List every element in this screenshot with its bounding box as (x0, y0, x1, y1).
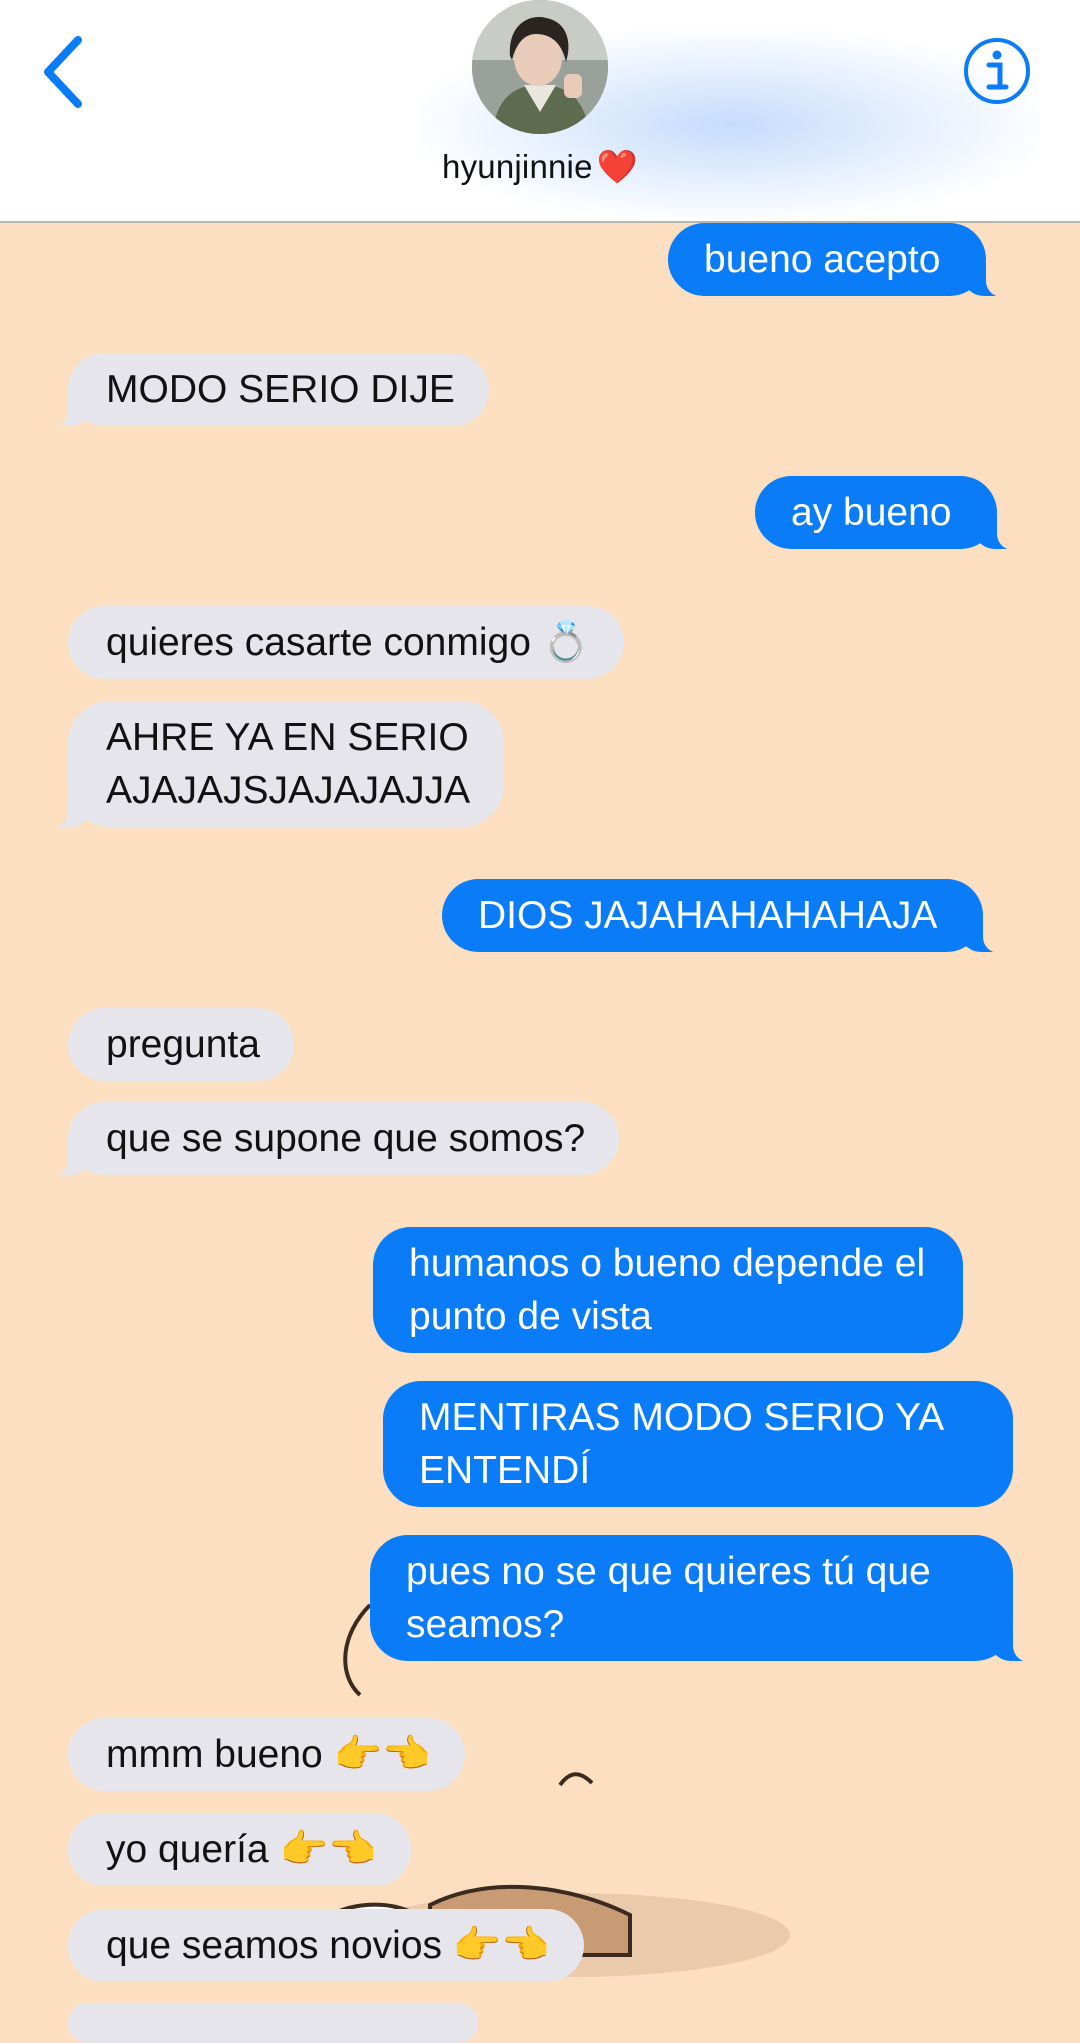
message-text: pregunta (106, 1023, 260, 1066)
message-text: bueno acepto (704, 238, 941, 281)
message-text: que seamos novios 👉👈 (106, 1924, 550, 1967)
contact-avatar[interactable] (472, 0, 608, 134)
back-button[interactable] (36, 32, 96, 112)
message-text-line-2: punto de vista (409, 1295, 652, 1338)
message-thread[interactable]: bueno acepto MODO SERIO DIJE ay bueno qu… (0, 223, 1080, 2043)
message-in-8[interactable]: que seamos novios 👉👈 (68, 1909, 584, 1982)
message-out-3[interactable]: DIOS JAJAHAHAHAHAJA (442, 879, 1012, 953)
message-text: mmm bueno 👉👈 (106, 1733, 431, 1776)
message-text-line-1: AHRE YA EN SERIO (106, 716, 469, 759)
message-text: DIOS JAJAHAHAHAHAJA (478, 894, 938, 937)
message-text: MODO SERIO DIJE (106, 368, 455, 411)
message-in-6[interactable]: mmm bueno 👉👈 (68, 1718, 465, 1791)
message-text: quieres casarte conmigo 💍 (106, 621, 591, 664)
message-text: ay bueno (791, 491, 952, 534)
message-out-1[interactable]: bueno acepto (668, 223, 1015, 297)
message-out-2[interactable]: ay bueno (755, 476, 1027, 550)
info-circle-icon (964, 38, 1030, 104)
contact-name[interactable]: hyunjinnie ❤️ (0, 148, 1080, 187)
message-text-line-1: pues no se que quieres tú que (406, 1550, 931, 1593)
message-text-line-2: seamos? (406, 1603, 565, 1646)
message-text-line-2: ENTENDÍ (419, 1449, 591, 1492)
message-text: que se supone que somos? (106, 1117, 586, 1160)
heart-emoji: ❤️ (596, 148, 638, 185)
message-out-4[interactable]: humanos o bueno depende el punto de vist… (373, 1227, 964, 1353)
message-text-line-2: AJAJAJSJAJAJAJJA (106, 769, 471, 812)
message-in-4[interactable]: pregunta (68, 1008, 294, 1081)
message-out-6[interactable]: pues no se que quieres tú que seamos? (370, 1535, 1041, 1662)
message-text-line-1: humanos o bueno depende el (409, 1242, 926, 1285)
message-in-partial[interactable] (68, 2003, 478, 2043)
message-in-3[interactable]: AHRE YA EN SERIO AJAJAJSJAJAJAJJA (41, 701, 505, 828)
info-button[interactable] (962, 36, 1032, 106)
contact-name-text: hyunjinnie (442, 148, 593, 185)
chat-header: hyunjinnie ❤️ (0, 0, 1080, 223)
message-in-7[interactable]: yo quería 👉👈 (68, 1813, 411, 1886)
message-text: yo quería 👉👈 (106, 1828, 377, 1871)
message-in-5[interactable]: que se supone que somos? (41, 1102, 620, 1176)
chevron-left-icon (44, 36, 82, 108)
message-out-5[interactable]: MENTIRAS MODO SERIO YA ENTENDÍ (383, 1381, 1013, 1507)
message-text-line-1: MENTIRAS MODO SERIO YA (419, 1396, 945, 1439)
message-in-1[interactable]: MODO SERIO DIJE (42, 353, 489, 427)
message-in-2[interactable]: quieres casarte conmigo 💍 (68, 606, 625, 679)
